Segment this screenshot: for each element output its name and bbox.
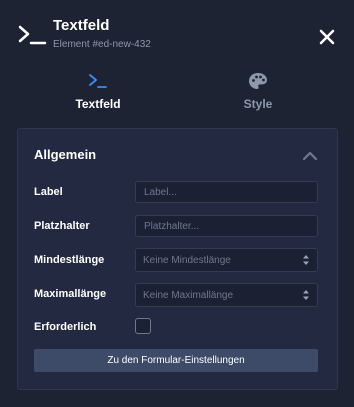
required-label: Erforderlich <box>34 321 97 333</box>
label-input[interactable] <box>135 181 318 203</box>
required-checkbox[interactable] <box>135 318 151 334</box>
terminal-icon <box>18 25 47 45</box>
element-title: Textfeld <box>53 17 110 34</box>
tab-style-label: Style <box>243 97 273 111</box>
min-length-value: Keine Mindestlänge <box>143 255 231 266</box>
select-arrows-icon <box>303 255 309 265</box>
tab-bar: Textfeld Style <box>0 62 354 122</box>
max-length-select[interactable]: Keine Maximallänge <box>135 283 318 307</box>
select-arrows-icon <box>303 290 309 300</box>
max-length-value: Keine Maximallänge <box>143 290 234 301</box>
form-settings-button[interactable]: Zu den Formular-Einstellungen <box>34 349 318 372</box>
tab-style[interactable]: Style <box>178 62 338 122</box>
label-field-label: Label <box>34 186 63 198</box>
close-icon[interactable] <box>318 28 336 46</box>
palette-icon <box>249 73 267 89</box>
max-length-label: Maximallänge <box>34 288 107 300</box>
min-length-select[interactable]: Keine Mindestlänge <box>135 248 318 272</box>
min-length-label: Mindestlänge <box>34 254 105 266</box>
tab-textfeld[interactable]: Textfeld <box>18 62 178 122</box>
terminal-icon <box>89 74 107 88</box>
placeholder-input[interactable] <box>135 215 318 237</box>
chevron-up-icon[interactable] <box>302 149 318 161</box>
tab-textfeld-label: Textfeld <box>75 97 121 111</box>
panel-header: Textfeld Element #ed-new-432 <box>0 0 354 62</box>
section-allgemein: Allgemein Label Platzhalter Mindestlänge… <box>17 128 338 390</box>
placeholder-field-label: Platzhalter <box>34 220 90 232</box>
section-title: Allgemein <box>34 147 97 162</box>
element-id: Element #ed-new-432 <box>53 39 151 50</box>
